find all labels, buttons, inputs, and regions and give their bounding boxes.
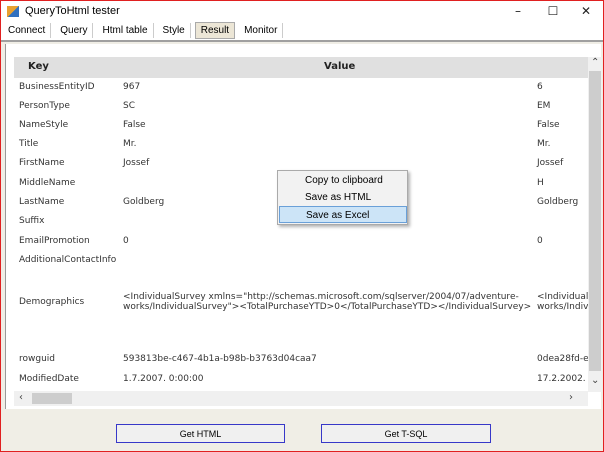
row-key: PersonType <box>19 101 70 111</box>
row-key: NameStyle <box>19 120 69 130</box>
tab-connect[interactable]: Connect <box>3 23 52 38</box>
vertical-scroll-thumb[interactable] <box>589 71 601 371</box>
row-key: Suffix <box>19 216 45 226</box>
row-value-2: Goldberg <box>537 197 579 207</box>
row-value-2: Mr. <box>537 139 551 149</box>
scroll-left-icon[interactable]: ‹ <box>19 392 23 403</box>
tab-monitor[interactable]: Monitor <box>239 23 284 38</box>
table-row[interactable]: ModifiedDate 1.7.2007. 0:00:00 17.2.2002. … <box>14 374 588 391</box>
table-row[interactable]: Demographics <IndividualSurvey xmlns="htt… <box>14 292 588 316</box>
row-key: Demographics <box>19 297 85 307</box>
row-value-1: <IndividualSurvey xmlns="http://schemas.… <box>123 292 532 312</box>
vertical-scrollbar[interactable]: ⌃ ⌄ <box>588 57 602 392</box>
row-value-1: Jossef <box>123 158 150 168</box>
horizontal-scrollbar[interactable]: ‹ › <box>14 391 588 406</box>
minimize-button[interactable]: – <box>501 1 535 21</box>
row-value-2: Jossef <box>537 158 564 168</box>
result-panel: Key Value BusinessEntityID 967 6 PersonType… <box>5 44 602 409</box>
table-row[interactable]: AdditionalContactInfo <box>14 255 588 274</box>
row-value-1: 1.7.2007. 0:00:00 <box>123 374 204 384</box>
row-value-1: SC <box>123 101 135 111</box>
row-key: FirstName <box>19 158 65 168</box>
row-value-2: EM <box>537 101 551 111</box>
table-row[interactable]: BusinessEntityID 967 6 <box>14 82 588 101</box>
row-value-2: False <box>537 120 560 130</box>
tab-result[interactable]: Result <box>194 22 236 39</box>
row-key: BusinessEntityID <box>19 82 95 92</box>
row-key: LastName <box>19 197 65 207</box>
row-key: rowguid <box>19 354 55 364</box>
tab-html-table[interactable]: Html table <box>97 23 154 38</box>
header-key: Key <box>28 61 49 72</box>
row-value-1: Mr. <box>123 139 137 149</box>
table-row[interactable]: EmailPromotion 0 0 <box>14 236 588 255</box>
table-row[interactable]: NameStyle False False <box>14 120 588 139</box>
row-value-1: 0 <box>123 236 129 246</box>
menu-item-save-as-excel[interactable]: Save as Excel <box>279 206 407 223</box>
tab-style[interactable]: Style <box>158 23 191 38</box>
row-value-1: 967 <box>123 82 141 92</box>
table-row[interactable]: Title Mr. Mr. <box>14 139 588 158</box>
window-title: QueryToHtml tester <box>25 5 120 17</box>
tab-strip: Connect Query Html table Style Result Mo… <box>1 21 603 42</box>
context-menu: Copy to clipboard Save as HTML Save as E… <box>277 170 408 225</box>
menu-item-save-as-html[interactable]: Save as HTML <box>279 189 407 206</box>
get-html-button[interactable]: Get HTML <box>116 424 285 443</box>
get-tsql-button[interactable]: Get T-SQL <box>321 424 491 443</box>
close-button[interactable]: ✕ <box>569 1 603 21</box>
menu-item-copy-to-clipboard[interactable]: Copy to clipboard <box>279 172 407 189</box>
row-value-2: <IndividualS works/Indiv <box>537 292 588 312</box>
row-value-2: 0dea28fd-ef <box>537 354 588 364</box>
row-key: EmailPromotion <box>19 236 90 246</box>
row-value-2: 17.2.2002. 0 <box>537 374 586 384</box>
row-value-1: 593813be-c467-4b1a-b98b-b3763d04caa7 <box>123 354 317 364</box>
row-value-2: 0 <box>537 236 543 246</box>
tab-query[interactable]: Query <box>55 23 94 38</box>
maximize-button[interactable]: ☐ <box>536 1 570 21</box>
grid-header: Key Value <box>14 57 588 78</box>
row-value-1: Goldberg <box>123 197 165 207</box>
scroll-up-icon[interactable]: ⌃ <box>591 57 599 68</box>
title-bar: QueryToHtml tester – ☐ ✕ <box>1 1 603 21</box>
header-value: Value <box>324 61 356 72</box>
row-key: MiddleName <box>19 178 76 188</box>
scroll-right-icon[interactable]: › <box>569 392 573 403</box>
horizontal-scroll-thumb[interactable] <box>32 393 72 404</box>
row-key: Title <box>19 139 39 149</box>
row-key: AdditionalContactInfo <box>19 255 117 265</box>
app-window: QueryToHtml tester – ☐ ✕ Connect Query H… <box>0 0 604 452</box>
row-value-1: False <box>123 120 146 130</box>
scroll-down-icon[interactable]: ⌄ <box>591 375 599 386</box>
app-icon <box>7 5 19 17</box>
table-row[interactable]: PersonType SC EM <box>14 101 588 120</box>
row-key: ModifiedDate <box>19 374 79 384</box>
row-value-2: H <box>537 178 544 188</box>
table-row[interactable]: rowguid 593813be-c467-4b1a-b98b-b3763d04c… <box>14 354 588 373</box>
row-value-2: 6 <box>537 82 543 92</box>
